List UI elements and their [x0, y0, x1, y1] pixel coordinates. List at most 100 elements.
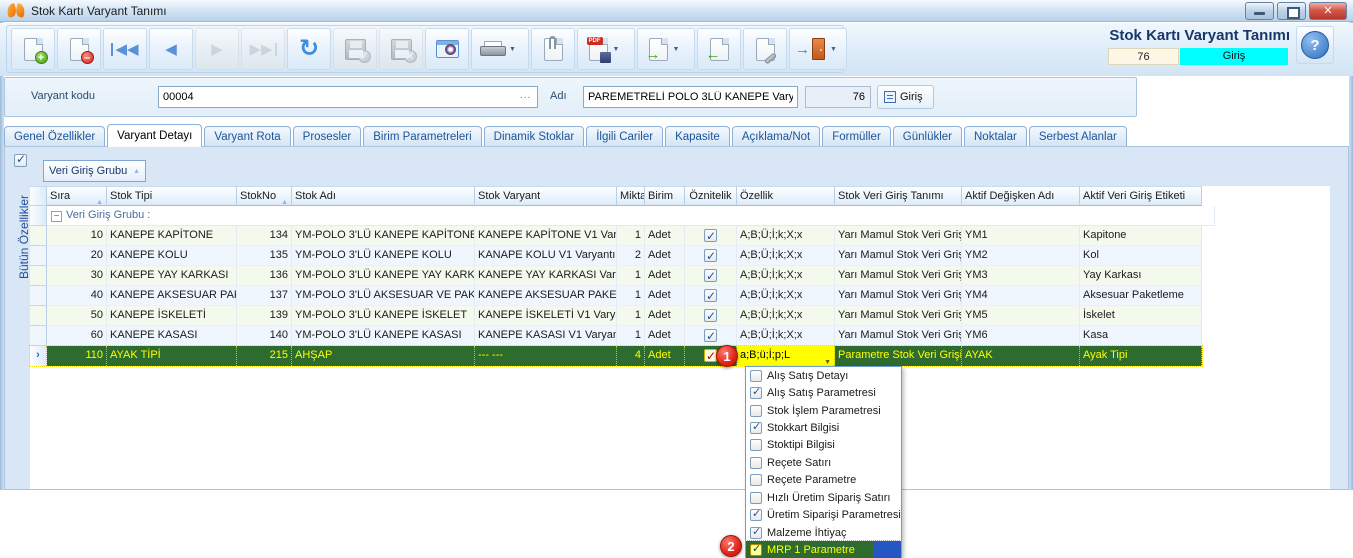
- tab-genel-ozellikler[interactable]: Genel Özellikler: [4, 126, 105, 147]
- import-button[interactable]: ←: [697, 28, 741, 70]
- save-cancel-button[interactable]: ✕: [379, 28, 423, 70]
- table-row[interactable]: 50 KANEPE İSKELETİ 139 YM-POLO 3'LÜ KANE…: [30, 306, 1202, 326]
- exit-button[interactable]: → ▼: [789, 28, 847, 70]
- menu-item-alis-satis-parametresi[interactable]: Alış Satış Parametresi: [746, 384, 901, 401]
- column-header-birim[interactable]: Birim: [645, 186, 685, 206]
- new-record-button[interactable]: +: [11, 28, 55, 70]
- refresh-button[interactable]: ↻: [287, 28, 331, 70]
- tab-serbest-alanlar[interactable]: Serbest Alanlar: [1029, 126, 1127, 147]
- column-header-stok-varyant[interactable]: Stok Varyant: [475, 186, 617, 206]
- column-header-oznitelik[interactable]: Öznitelik: [685, 186, 737, 206]
- import-arrow-icon: ←: [710, 38, 729, 61]
- table-row[interactable]: 20 KANEPE KOLU 135 YM-POLO 3'LÜ KANEPE K…: [30, 246, 1202, 266]
- entry-button-label: Giriş: [900, 91, 923, 103]
- menu-item-malzeme-ihtiyac[interactable]: Malzeme İhtiyaç: [746, 524, 901, 541]
- form-record-number: 76: [805, 86, 871, 108]
- menu-item-hizli-uretim-siparis-satiri[interactable]: Hızlı Üretim Sipariş Satırı: [746, 489, 901, 506]
- column-header-miktar[interactable]: Miktar: [617, 186, 645, 206]
- menu-item-recete-satiri[interactable]: Reçete Satırı: [746, 454, 901, 471]
- menu-checkbox[interactable]: [750, 422, 762, 434]
- menu-checkbox[interactable]: [750, 474, 762, 486]
- column-header-veri-giris-tanimi[interactable]: Stok Veri Giriş Tanımı: [835, 186, 962, 206]
- pdf-export-button[interactable]: PDF▼: [577, 28, 635, 70]
- column-header-stok-no[interactable]: StokNo▲: [237, 186, 292, 206]
- first-record-icon: [111, 43, 113, 56]
- menu-checkbox[interactable]: [750, 457, 762, 469]
- column-header-ozellik[interactable]: Özellik: [737, 186, 835, 206]
- tab-gunlukler[interactable]: Günlükler: [893, 126, 962, 147]
- oznitelik-checkbox[interactable]: [704, 269, 717, 282]
- previous-record-button[interactable]: ◀: [149, 28, 193, 70]
- group-row[interactable]: −Veri Giriş Grubu :: [30, 206, 1215, 226]
- menu-checkbox[interactable]: [750, 492, 762, 504]
- name-label: Adı: [550, 90, 567, 102]
- help-button[interactable]: ?: [1296, 26, 1334, 64]
- menu-checkbox[interactable]: [750, 439, 762, 451]
- close-button[interactable]: ✕: [1309, 2, 1347, 20]
- tab-kapasite[interactable]: Kapasite: [665, 126, 730, 147]
- menu-item-stok-islem-parametresi[interactable]: Stok İşlem Parametresi: [746, 402, 901, 419]
- variant-code-input[interactable]: [158, 86, 538, 108]
- oznitelik-checkbox[interactable]: [704, 309, 717, 322]
- tab-varyant-detayi[interactable]: Varyant Detayı: [107, 124, 202, 147]
- menu-item-uretim-siparisi-parametresi[interactable]: Üretim Siparişi Parametresi: [746, 507, 901, 524]
- tab-formuller[interactable]: Formüller: [822, 126, 891, 147]
- oznitelik-checkbox[interactable]: [704, 329, 717, 342]
- row-indicator: [30, 246, 47, 266]
- collapse-icon[interactable]: −: [51, 211, 62, 222]
- tab-birim-parametreleri[interactable]: Birim Parametreleri: [363, 126, 481, 147]
- tab-varyant-rota[interactable]: Varyant Rota: [204, 126, 290, 147]
- next-record-button[interactable]: ▶: [195, 28, 239, 70]
- table-row[interactable]: 30 KANEPE YAY KARKASI 136 YM-POLO 3'LÜ K…: [30, 266, 1202, 286]
- tab-noktalar[interactable]: Noktalar: [964, 126, 1027, 147]
- tab-aciklama-not[interactable]: Açıklama/Not: [732, 126, 820, 147]
- menu-item-mrp1-parametre[interactable]: MRP 1 Parametre: [746, 541, 901, 558]
- column-header-sira[interactable]: Sıra▲: [47, 186, 107, 206]
- pdf-icon: PDF: [589, 38, 608, 61]
- column-header-aktif-etiket[interactable]: Aktif Veri Giriş Etiketi: [1080, 186, 1202, 206]
- menu-checkbox[interactable]: [750, 544, 762, 556]
- refresh-icon: ↻: [299, 37, 319, 61]
- restore-button[interactable]: [1277, 2, 1306, 20]
- tab-prosesler[interactable]: Prosesler: [293, 126, 362, 147]
- ozellik-dropdown-cell[interactable]: a;B;ü;İ;p;L▼: [737, 346, 835, 366]
- menu-checkbox[interactable]: [750, 509, 762, 521]
- minimize-button[interactable]: [1245, 2, 1274, 20]
- entry-button[interactable]: Giriş: [877, 85, 934, 109]
- tools-button[interactable]: [743, 28, 787, 70]
- oznitelik-checkbox[interactable]: [704, 249, 717, 262]
- oznitelik-checkbox[interactable]: [704, 289, 717, 302]
- exit-arrow-icon: →: [795, 42, 810, 57]
- menu-item-stokkart-bilgisi[interactable]: Stokkart Bilgisi: [746, 419, 901, 436]
- menu-checkbox[interactable]: [750, 527, 762, 539]
- all-properties-checkbox[interactable]: [14, 154, 27, 167]
- name-input[interactable]: [583, 86, 798, 108]
- menu-checkbox[interactable]: [750, 405, 762, 417]
- delete-record-button[interactable]: –: [57, 28, 101, 70]
- table-row[interactable]: 10 KANEPE KAPİTONE 134 YM-POLO 3'LÜ KANE…: [30, 226, 1202, 246]
- export-button[interactable]: →▼: [637, 28, 695, 70]
- code-ellipsis-button[interactable]: ...: [520, 90, 531, 101]
- column-header-aktif-degisken[interactable]: Aktif Değişken Adı: [962, 186, 1080, 206]
- oznitelik-checkbox[interactable]: [704, 229, 717, 242]
- door-icon: [812, 38, 825, 60]
- column-header-stok-tipi[interactable]: Stok Tipi: [107, 186, 237, 206]
- menu-item-recete-parametre[interactable]: Reçete Parametre: [746, 472, 901, 489]
- table-row[interactable]: 60 KANEPE KASASI 140 YM-POLO 3'LÜ KANEPE…: [30, 326, 1202, 346]
- menu-checkbox[interactable]: [750, 370, 762, 382]
- tab-dinamik-stoklar[interactable]: Dinamik Stoklar: [484, 126, 585, 147]
- menu-item-stoktipi-bilgisi[interactable]: Stoktipi Bilgisi: [746, 437, 901, 454]
- print-button[interactable]: ▼: [471, 28, 529, 70]
- table-row[interactable]: 40 KANEPE AKSESUAR PAKET 137 YM-POLO 3'L…: [30, 286, 1202, 306]
- menu-checkbox[interactable]: [750, 387, 762, 399]
- last-record-button[interactable]: ▶▶: [241, 28, 285, 70]
- attachment-button[interactable]: [531, 28, 575, 70]
- group-by-button[interactable]: Veri Giriş Grubu ▲: [43, 160, 146, 182]
- column-header-stok-adi[interactable]: Stok Adı: [292, 186, 475, 206]
- menu-item-alis-satis-detayi[interactable]: Alış Satış Detayı: [746, 367, 901, 384]
- first-record-button[interactable]: ◀◀: [103, 28, 147, 70]
- selected-row[interactable]: › 110 AYAK TİPİ 215 AHŞAP --- --- 4 Adet…: [30, 346, 1202, 366]
- tab-ilgili-cariler[interactable]: İlgili Cariler: [586, 126, 663, 147]
- preview-button[interactable]: [425, 28, 469, 70]
- save-button[interactable]: ✓: [333, 28, 377, 70]
